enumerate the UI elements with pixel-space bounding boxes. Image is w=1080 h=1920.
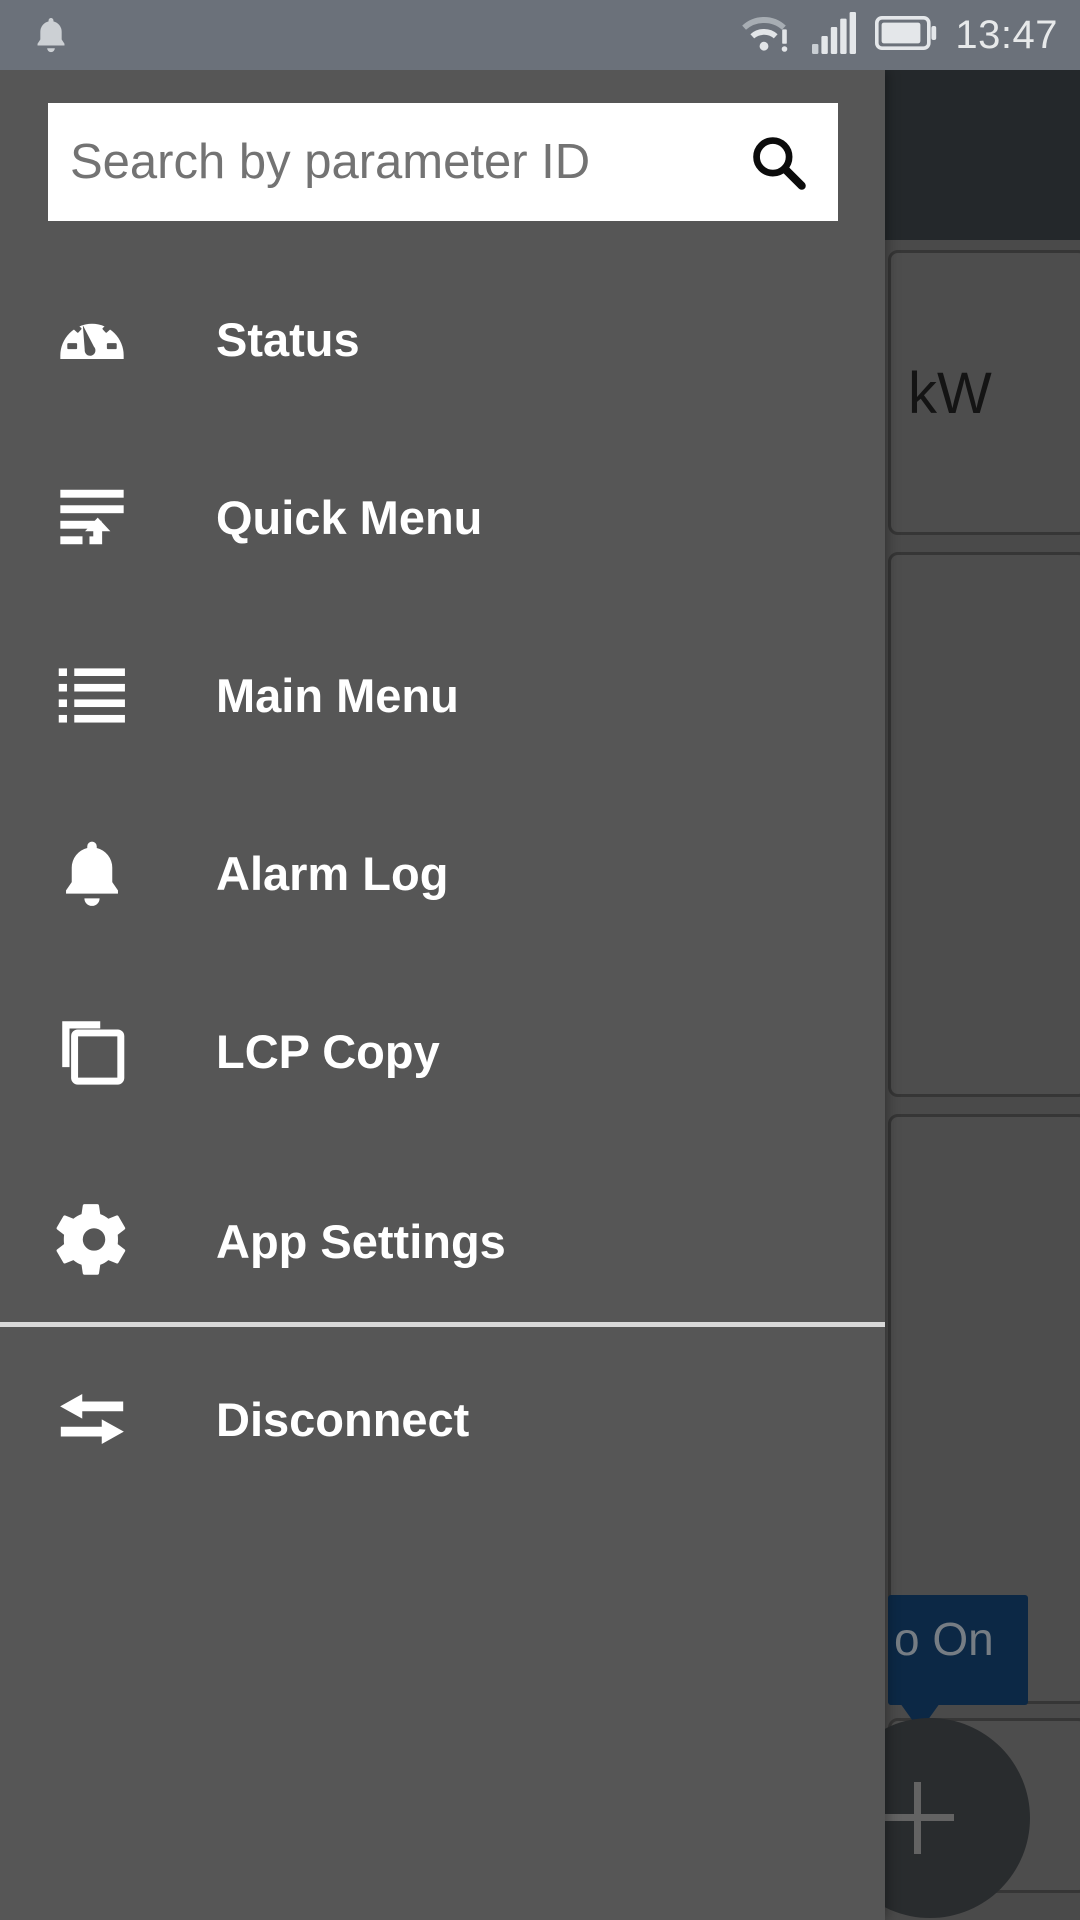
cellular-signal-icon: [811, 11, 857, 60]
drawer-item-disconnect[interactable]: Disconnect: [0, 1330, 885, 1508]
wifi-warning-icon: [741, 11, 793, 60]
drawer-item-lcp-copy[interactable]: LCP Copy: [0, 962, 885, 1140]
drawer-menu-list: Status Quick Menu Main Menu Alarm Log LC…: [0, 250, 885, 1508]
drawer-item-alarm-log[interactable]: Alarm Log: [0, 784, 885, 962]
copy-icon: [42, 1013, 142, 1089]
drawer-item-status[interactable]: Status: [0, 250, 885, 428]
app-screen: kW o On Search by parameter ID Status Qu…: [0, 0, 1080, 1920]
bell-icon: [42, 835, 142, 911]
status-bar-clock: 13:47: [955, 13, 1058, 57]
gauge-icon: [42, 301, 142, 377]
drawer-item-app-settings[interactable]: App Settings: [0, 1152, 885, 1330]
swap-arrows-icon: [42, 1380, 142, 1458]
drawer-item-label: Main Menu: [216, 668, 459, 722]
drawer-item-label: Alarm Log: [216, 846, 449, 900]
drawer-item-label: App Settings: [216, 1214, 506, 1268]
search-icon[interactable]: [718, 103, 838, 221]
drawer-item-label: Disconnect: [216, 1392, 470, 1446]
drawer-item-main-menu[interactable]: Main Menu: [0, 606, 885, 784]
drawer-item-label: LCP Copy: [216, 1024, 440, 1078]
navigation-drawer: Search by parameter ID Status Quick Menu…: [0, 70, 885, 1920]
battery-icon: [875, 15, 937, 55]
drawer-item-label: Status: [216, 312, 360, 366]
gear-icon: [42, 1202, 142, 1280]
list-arrow-icon: [42, 479, 142, 555]
bell-icon: [30, 14, 72, 56]
drawer-item-quick-menu[interactable]: Quick Menu: [0, 428, 885, 606]
search-input[interactable]: Search by parameter ID: [48, 134, 718, 190]
search-bar[interactable]: Search by parameter ID: [48, 103, 838, 221]
drawer-item-label: Quick Menu: [216, 490, 483, 544]
status-bar: 13:47: [0, 0, 1080, 70]
bulleted-list-icon: [42, 657, 142, 733]
status-bar-indicators: 13:47: [741, 0, 1058, 70]
